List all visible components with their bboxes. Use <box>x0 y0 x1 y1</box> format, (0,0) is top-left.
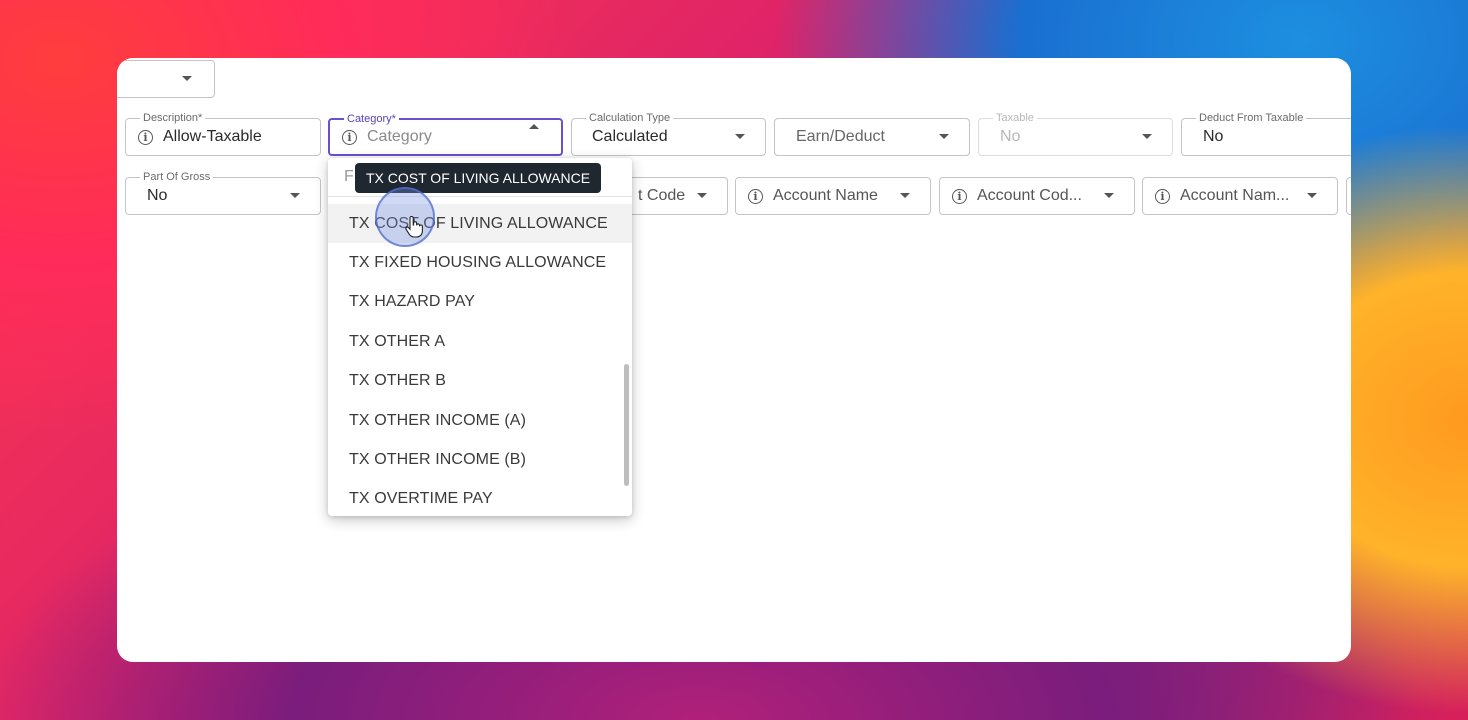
option-other-a[interactable]: TX OTHER A <box>328 322 632 361</box>
chevron-up-icon <box>529 124 539 129</box>
deduct-from-taxable-label: Deduct From Taxable <box>1196 111 1307 125</box>
part-of-gross-value: No <box>147 187 168 204</box>
hand-pointer-icon <box>405 216 423 238</box>
taxable-value: No <box>1000 128 1021 145</box>
chevron-down-icon <box>697 193 707 198</box>
account-code-value: t Code <box>638 187 686 204</box>
account-name-2-select[interactable]: i Account Nam... <box>1142 177 1338 215</box>
deduct-from-taxable-select[interactable]: Deduct From Taxable No <box>1181 111 1351 156</box>
chevron-down-icon <box>1307 193 1317 198</box>
top-select[interactable] <box>117 60 215 98</box>
deduct-from-taxable-value: No <box>1203 128 1224 145</box>
category-label: Category* <box>344 112 399 126</box>
option-overtime-pay[interactable]: TX OVERTIME PAY <box>328 480 632 516</box>
chevron-down-icon <box>900 193 910 198</box>
chevron-down-icon <box>1142 134 1152 139</box>
description-value: Allow-Taxable <box>163 128 262 145</box>
account-name-select[interactable]: i Account Name <box>735 177 931 215</box>
category-dropdown[interactable]: F TX COST OF LIVING ALLOWANCE TX FIXED H… <box>328 158 632 516</box>
option-cost-of-living[interactable]: TX COST OF LIVING ALLOWANCE <box>328 204 632 244</box>
option-other-income-a[interactable]: TX OTHER INCOME (A) <box>328 401 632 440</box>
chevron-down-icon <box>290 193 300 198</box>
calculation-type-label: Calculation Type <box>586 111 674 125</box>
account-code-2-select[interactable]: i Account Cod... <box>939 177 1135 215</box>
option-tooltip: TX COST OF LIVING ALLOWANCE <box>355 163 602 193</box>
filter-placeholder: F <box>344 168 354 185</box>
calculation-type-select[interactable]: Calculation Type Calculated <box>571 111 766 156</box>
info-icon: i <box>952 188 967 204</box>
part-of-gross-label: Part Of Gross <box>140 170 214 184</box>
taxable-select: Taxable No <box>978 111 1173 156</box>
option-other-b[interactable]: TX OTHER B <box>328 362 632 401</box>
info-icon: i <box>342 129 357 145</box>
info-icon: i <box>748 188 763 204</box>
info-icon: i <box>138 129 153 145</box>
earn-deduct-value: Earn/Deduct <box>796 128 885 145</box>
part-of-gross-select[interactable]: Part Of Gross No <box>125 170 321 215</box>
description-label: Description* <box>140 111 206 125</box>
chevron-down-icon <box>182 76 192 81</box>
next-field-edge[interactable] <box>1346 177 1351 215</box>
account-name-value: Account Name <box>773 187 878 204</box>
taxable-label: Taxable <box>993 111 1037 125</box>
calculation-type-value: Calculated <box>592 128 668 145</box>
option-fixed-housing[interactable]: TX FIXED HOUSING ALLOWANCE <box>328 243 632 282</box>
option-hazard-pay[interactable]: TX HAZARD PAY <box>328 283 632 322</box>
dropdown-scrollbar[interactable] <box>624 364 629 486</box>
description-field[interactable]: Description* i Allow-Taxable <box>125 111 321 156</box>
chevron-down-icon <box>735 134 745 139</box>
option-other-income-b[interactable]: TX OTHER INCOME (B) <box>328 440 632 479</box>
form-card: Description* i Allow-Taxable Category* i… <box>117 58 1351 662</box>
category-select[interactable]: Category* i Category <box>328 112 563 156</box>
account-code-2-value: Account Cod... <box>977 187 1082 204</box>
category-placeholder: Category <box>367 128 432 145</box>
info-icon: i <box>1155 188 1170 204</box>
chevron-down-icon <box>1104 193 1114 198</box>
account-name-2-value: Account Nam... <box>1180 187 1290 204</box>
chevron-down-icon <box>939 134 949 139</box>
earn-deduct-select[interactable]: Earn/Deduct <box>774 118 970 156</box>
